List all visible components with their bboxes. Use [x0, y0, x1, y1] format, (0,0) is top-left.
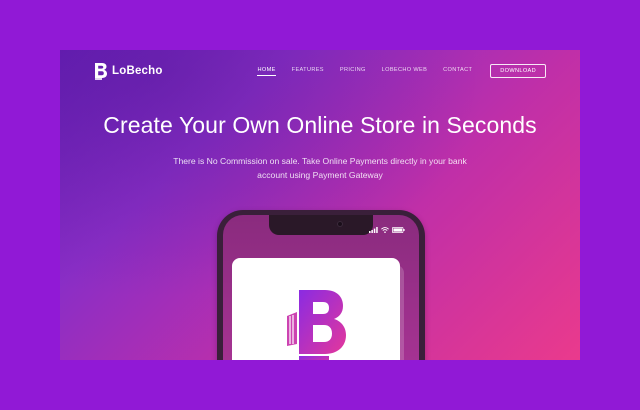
download-button[interactable]: DOWNLOAD [490, 64, 546, 78]
wifi-icon [381, 227, 389, 233]
nav-item-pricing[interactable]: PRICING [340, 67, 366, 75]
app-card [232, 258, 400, 360]
phone-mockup [217, 210, 425, 360]
phone-notch [269, 215, 373, 235]
page-background: LoBecho HOME FEATURES PRICING LOBECHO WE… [0, 0, 640, 410]
brand-logo[interactable]: LoBecho [94, 62, 163, 80]
signal-icon [369, 227, 378, 233]
battery-icon [392, 227, 405, 233]
nav-item-lobecho-web[interactable]: LOBECHO WEB [382, 67, 428, 75]
nav-item-contact[interactable]: CONTACT [443, 67, 472, 75]
phone-status-bar [369, 227, 405, 233]
camera-icon [337, 221, 343, 227]
phone-screen [223, 215, 419, 360]
lobecho-logo-icon [95, 63, 107, 80]
nav-item-home[interactable]: HOME [257, 67, 276, 76]
brand-name: LoBecho [112, 65, 163, 77]
hero-headline: Create Your Own Online Store in Seconds [103, 112, 537, 138]
nav-item-features[interactable]: FEATURES [292, 67, 324, 75]
website-hero-screenshot: LoBecho HOME FEATURES PRICING LOBECHO WE… [60, 50, 580, 360]
hero-subtitle-line-1: There is No Commission on sale. Take Onl… [173, 156, 467, 166]
top-navigation: LoBecho HOME FEATURES PRICING LOBECHO WE… [60, 50, 580, 94]
nav-menu: HOME FEATURES PRICING LOBECHO WEB CONTAC… [257, 64, 546, 78]
lobecho-b-logo-icon [287, 290, 346, 360]
hero-subtitle: There is No Commission on sale. Take Onl… [150, 154, 490, 182]
hero-subtitle-line-2: account using Payment Gateway [257, 170, 383, 180]
